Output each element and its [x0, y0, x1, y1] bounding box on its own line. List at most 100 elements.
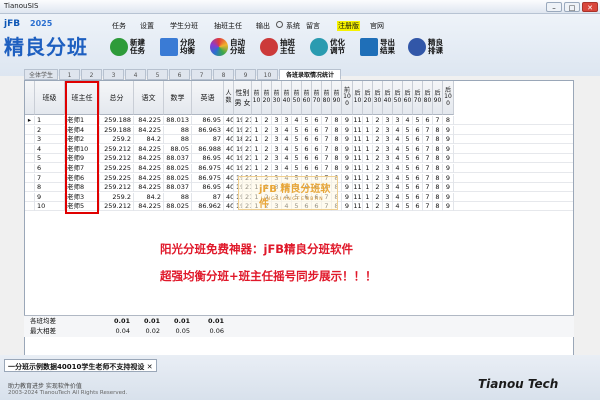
minimize-button[interactable]: –	[546, 2, 562, 12]
cell-rank[interactable]: 4	[292, 116, 302, 125]
cell-total[interactable]: 259.188	[100, 116, 134, 125]
cell-rank[interactable]: 4	[282, 154, 292, 164]
cell-rank[interactable]: 3	[383, 164, 393, 173]
cell-yw[interactable]: 84.225	[134, 164, 164, 173]
cell-rank[interactable]: 2	[373, 144, 383, 154]
cell-rank[interactable]: 7	[423, 173, 433, 183]
cell-f[interactable]: 21	[243, 144, 252, 154]
cell-rank[interactable]: 2	[262, 125, 272, 135]
cell-rank[interactable]: 8	[433, 135, 443, 145]
cell-rank[interactable]: 3	[282, 116, 292, 125]
cell-n[interactable]: 40	[224, 135, 234, 145]
tab-statistics[interactable]: 各班录取情况统计	[279, 69, 341, 80]
cell-rank[interactable]: 1	[363, 202, 373, 212]
menu-system[interactable]: 系统	[286, 21, 300, 31]
cell-f[interactable]: 21	[243, 125, 252, 135]
cell-rank[interactable]: 5	[403, 144, 413, 154]
tab-class-6[interactable]: 6	[169, 69, 190, 80]
header-rank-4[interactable]: 前50	[292, 81, 302, 115]
cell-rank[interactable]: 3	[272, 144, 282, 154]
cell-rank[interactable]: 2	[262, 164, 272, 173]
cell-rank[interactable]: 11	[353, 173, 363, 183]
cell-rank[interactable]: 3	[383, 144, 393, 154]
menu-settings[interactable]: 设置	[140, 21, 154, 31]
cell-yw[interactable]: 84.225	[134, 173, 164, 183]
cell-rank[interactable]: 8	[433, 154, 443, 164]
cell-rank[interactable]: 7	[322, 125, 332, 135]
cell-rank[interactable]: 6	[312, 164, 322, 173]
cell-f[interactable]: 21	[243, 154, 252, 164]
cell-rank[interactable]: 8	[433, 192, 443, 202]
cell-rank[interactable]: 11	[353, 183, 363, 193]
cell-rank[interactable]: 1	[252, 164, 262, 173]
cell-rank[interactable]: 8	[443, 116, 454, 125]
cell-n[interactable]: 40	[224, 202, 234, 212]
cell-sx[interactable]: 88.037	[164, 183, 192, 193]
tab-class-2[interactable]: 2	[81, 69, 102, 80]
cell-rank[interactable]: 6	[312, 144, 322, 154]
cell-cls[interactable]: 1	[35, 116, 65, 125]
cell-rank[interactable]: 9	[342, 125, 353, 135]
cell-rank[interactable]: 6	[302, 144, 312, 154]
table-row[interactable]: 2老师4259.18884.2258886.963401921123456678…	[25, 125, 573, 135]
cell-rank[interactable]: 3	[272, 154, 282, 164]
cell-rank[interactable]: 6	[413, 135, 423, 145]
header-rank-2[interactable]: 前30	[272, 81, 282, 115]
header-chinese[interactable]: 语文	[134, 81, 164, 115]
header-rank-5[interactable]: 前60	[302, 81, 312, 115]
tab-class-5[interactable]: 5	[147, 69, 168, 80]
menu-output[interactable]: 输出	[256, 21, 270, 31]
table-row[interactable]: 3老师2259.284.2888740182212345667891112345…	[25, 135, 573, 145]
cell-rank[interactable]: 7	[423, 125, 433, 135]
cell-sx[interactable]: 88	[164, 125, 192, 135]
cell-sx[interactable]: 88.025	[164, 164, 192, 173]
cell-rank[interactable]: 5	[292, 144, 302, 154]
cell-total[interactable]: 259.212	[100, 144, 134, 154]
cell-rank[interactable]: 11	[353, 202, 363, 212]
cell-rank[interactable]: 7	[423, 135, 433, 145]
cell-rank[interactable]: 3	[383, 202, 393, 212]
cell-rank[interactable]: 9	[443, 164, 454, 173]
cell-rank[interactable]: 2	[262, 116, 272, 125]
maximize-button[interactable]: □	[564, 2, 580, 12]
cell-rank[interactable]: 4	[393, 164, 403, 173]
cell-rank[interactable]: 4	[282, 144, 292, 154]
cell-rank[interactable]: 1	[363, 125, 373, 135]
cell-rank[interactable]: 9	[443, 144, 454, 154]
tab-class-3[interactable]: 3	[103, 69, 124, 80]
cell-rank[interactable]: 8	[433, 183, 443, 193]
header-rank-3[interactable]: 前40	[282, 81, 292, 115]
cell-rank[interactable]: 1	[363, 183, 373, 193]
cell-rank[interactable]: 4	[282, 135, 292, 145]
cell-rank[interactable]: 11	[353, 192, 363, 202]
cell-n[interactable]: 40	[224, 116, 234, 125]
cell-rank[interactable]: 9	[443, 135, 454, 145]
cell-sx[interactable]: 88.025	[164, 202, 192, 212]
cell-rank[interactable]: 2	[262, 154, 272, 164]
cell-rank[interactable]: 7	[423, 154, 433, 164]
cell-yw[interactable]: 84.225	[134, 116, 164, 125]
cell-n[interactable]: 40	[224, 192, 234, 202]
cell-rank[interactable]: 4	[393, 154, 403, 164]
cell-rank[interactable]: 7	[423, 164, 433, 173]
cell-cls[interactable]: 2	[35, 125, 65, 135]
cell-rank[interactable]: 6	[312, 116, 322, 125]
cell-rank[interactable]: 6	[413, 154, 423, 164]
cell-yy[interactable]: 86.95	[192, 183, 224, 193]
header-rank-11[interactable]: 后20	[363, 81, 373, 115]
cell-m[interactable]: 19	[234, 144, 243, 154]
cell-rank[interactable]: 8	[433, 202, 443, 212]
cell-rank[interactable]: 7	[322, 164, 332, 173]
cell-rank[interactable]: 2	[373, 125, 383, 135]
cell-n[interactable]: 40	[224, 183, 234, 193]
cell-rank[interactable]: 3	[272, 164, 282, 173]
cell-rank[interactable]: 4	[393, 202, 403, 212]
header-rank-12[interactable]: 后30	[373, 81, 383, 115]
cell-f[interactable]: 21	[243, 116, 252, 125]
cell-rank[interactable]: 9	[342, 116, 353, 125]
cell-rank[interactable]: 8	[332, 144, 342, 154]
cell-rank[interactable]: 3	[383, 135, 393, 145]
cell-rank[interactable]: 6	[302, 135, 312, 145]
cell-rank[interactable]: 8	[332, 116, 342, 125]
cell-rank[interactable]: 2	[373, 183, 383, 193]
